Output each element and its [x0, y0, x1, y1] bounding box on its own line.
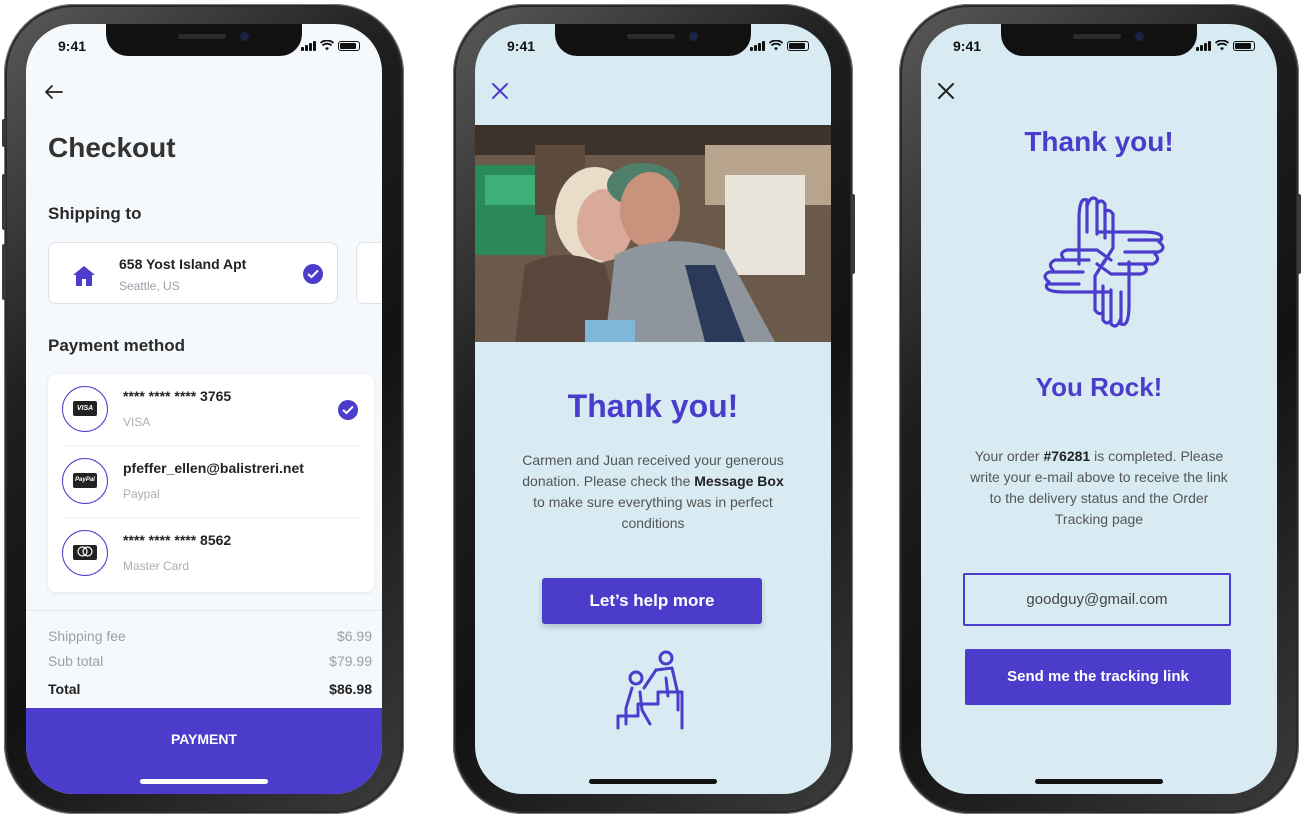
fee-row-shipping: Shipping fee $6.99: [48, 628, 372, 644]
email-field[interactable]: goodguy@gmail.com: [963, 573, 1231, 626]
card-type: VISA: [123, 415, 151, 429]
order-screen: 9:41 Thank you! You Rock! Your order #76…: [921, 24, 1277, 794]
thank-you-title: Thank you!: [1024, 126, 1174, 157]
address-card-next[interactable]: [356, 242, 382, 304]
wifi-icon: [1215, 40, 1229, 51]
selected-check-icon: [303, 264, 323, 284]
card-number: **** **** **** 3765: [123, 388, 232, 404]
power-button: [1297, 194, 1301, 274]
signal-icon: [301, 40, 316, 51]
battery-icon: [1233, 41, 1255, 51]
climbing-help-icon: [616, 650, 684, 730]
home-indicator: [140, 779, 268, 784]
status-time: 9:41: [507, 38, 536, 54]
power-button: [851, 194, 855, 274]
battery-icon: [787, 41, 809, 51]
payment-method-paypal[interactable]: PayPal pfeffer_ellen@balistreri.net Payp…: [48, 446, 374, 518]
paypal-email: pfeffer_ellen@balistreri.net: [123, 460, 304, 476]
volume-up-button: [2, 174, 6, 230]
home-indicator: [589, 779, 717, 784]
paypal-logo: PayPal: [62, 458, 108, 504]
thank-you-title: Thank you!: [567, 388, 739, 424]
volume-down-button: [2, 244, 6, 300]
close-icon[interactable]: [491, 82, 509, 100]
wifi-icon: [769, 40, 783, 51]
address-line1: 658 Yost Island Apt: [119, 256, 247, 272]
address-card[interactable]: 658 Yost Island Apt Seattle, US: [48, 242, 338, 304]
status-time: 9:41: [58, 38, 87, 54]
status-bar: 9:41: [921, 38, 1277, 58]
close-icon[interactable]: [937, 82, 955, 100]
fee-row-total: Total $86.98: [48, 681, 372, 697]
divider: [26, 610, 382, 611]
back-arrow-icon[interactable]: [42, 82, 66, 102]
status-bar: 9:41: [475, 38, 831, 58]
fee-row-subtotal: Sub total $79.99: [48, 653, 372, 669]
hands-teamwork-icon: [1043, 196, 1165, 328]
help-more-button[interactable]: Let’s help more: [542, 578, 762, 624]
battery-icon: [338, 41, 360, 51]
page-title: Checkout: [48, 132, 176, 163]
donation-message: Carmen and Juan received your generous d…: [522, 452, 784, 531]
selected-check-icon: [338, 400, 358, 420]
payment-methods-card: VISA **** **** **** 3765 VISA PayPal pfe…: [48, 374, 374, 592]
donation-screen: 9:41 Thank you! Carmen and Juan received…: [475, 24, 831, 794]
card-type: Master Card: [123, 559, 190, 573]
send-tracking-link-button[interactable]: Send me the tracking link: [965, 649, 1231, 705]
payment-method-visa[interactable]: VISA **** **** **** 3765 VISA: [48, 374, 374, 446]
visa-logo: VISA: [62, 386, 108, 432]
checkout-screen: 9:41 Checkout Shipping to 658 Yost Islan…: [26, 24, 382, 794]
phone-donation: 9:41 Thank you! Carmen and Juan received…: [453, 4, 855, 814]
you-rock-subtitle: You Rock!: [1035, 372, 1163, 402]
phone-checkout: 9:41 Checkout Shipping to 658 Yost Islan…: [2, 4, 404, 814]
method-type: Paypal: [123, 487, 160, 501]
address-line2: Seattle, US: [119, 279, 180, 293]
house-icon: [73, 266, 95, 286]
card-number: **** **** **** 8562: [123, 532, 232, 548]
mute-switch: [2, 119, 6, 147]
payment-heading: Payment method: [48, 336, 185, 355]
mastercard-logo: [62, 530, 108, 576]
phone-order-complete: 9:41 Thank you! You Rock! Your order #76…: [899, 4, 1301, 814]
signal-icon: [750, 40, 765, 51]
shipping-heading: Shipping to: [48, 204, 142, 223]
order-message: Your order #76281 is completed. Please w…: [970, 448, 1228, 527]
wifi-icon: [320, 40, 334, 51]
signal-icon: [1196, 40, 1211, 51]
donation-photo: [475, 125, 831, 342]
payment-method-mastercard[interactable]: **** **** **** 8562 Master Card: [48, 518, 374, 590]
home-indicator: [1035, 779, 1163, 784]
mastercard-icon: [73, 545, 97, 560]
status-time: 9:41: [953, 38, 982, 54]
status-bar: 9:41: [26, 38, 382, 58]
